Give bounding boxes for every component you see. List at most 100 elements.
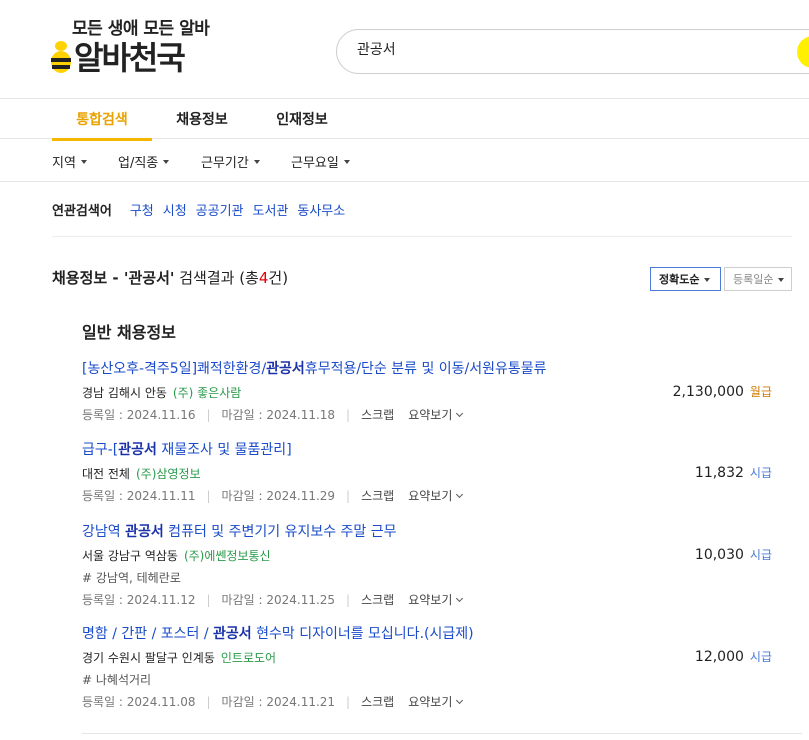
job-hashtag: # 강남역, 테헤란로: [82, 571, 181, 585]
logo[interactable]: 알바천국: [50, 36, 186, 77]
related-link[interactable]: 구청: [130, 200, 154, 236]
related-link[interactable]: 시청: [163, 200, 187, 236]
bee-logo-icon: [50, 38, 72, 74]
summary-label: 요약보기: [408, 408, 453, 422]
job-title-link[interactable]: 강남역 관공서 컴퓨터 및 주변기기 유지보수 주말 근무: [82, 521, 772, 541]
scrap-button[interactable]: 스크랩: [361, 487, 394, 504]
job-title-link[interactable]: [농산오후-격주5일]쾌적한환경/관공서휴무적용/단순 분류 및 이동/서원유통…: [82, 358, 772, 378]
caret-down-icon: [778, 277, 785, 282]
pay-info: 12,000 시급: [695, 648, 772, 665]
tab-integrated-search[interactable]: 통합검색: [52, 99, 152, 141]
reg-date: 등록일 : 2024.11.08: [82, 695, 196, 709]
summary-label: 요약보기: [408, 695, 453, 709]
caret-down-icon: [253, 160, 260, 164]
reg-date: 등록일 : 2024.11.12: [82, 593, 196, 607]
job-list-item: 강남역 관공서 컴퓨터 및 주변기기 유지보수 주말 근무 서울 강남구 역삼동…: [82, 521, 772, 608]
summary-toggle[interactable]: 요약보기: [408, 693, 464, 710]
title-part: 현수막 디자이너를 모십니다.(시급제): [251, 626, 474, 642]
title-part: 컴퓨터 및 주변기기 유지보수 주말 근무: [163, 524, 397, 540]
caret-down-icon: [704, 277, 711, 282]
deadline-date: 마감일 : 2024.11.29: [221, 489, 336, 503]
scrap-button[interactable]: 스크랩: [361, 591, 394, 608]
job-title-link[interactable]: 급구-[관공서 재물조사 및 물품관리]: [82, 439, 772, 459]
tab-job-info[interactable]: 채용정보: [168, 99, 236, 139]
filter-job-type[interactable]: 업/직종: [118, 152, 170, 171]
filter-work-days[interactable]: 근무요일: [291, 152, 350, 171]
caret-down-icon: [163, 160, 170, 164]
section-title: 일반 채용정보: [82, 323, 176, 342]
filter-label: 지역: [52, 156, 76, 171]
pay-amount: 12,000: [694, 649, 744, 665]
job-meta: 등록일 : 2024.11.12 | 마감일 : 2024.11.25 | 스크랩 …: [82, 591, 772, 608]
related-link[interactable]: 공공기관: [196, 200, 244, 236]
sort-label: 등록일순: [733, 273, 774, 286]
job-location-line: 서울 강남구 역삼동 (주)에쎈정보통신: [82, 547, 772, 564]
deadline-date: 마감일 : 2024.11.25: [221, 593, 336, 607]
summary-toggle[interactable]: 요약보기: [408, 406, 464, 423]
job-hashtag: # 나혜석거리: [82, 673, 152, 687]
tab-talent-info[interactable]: 인재정보: [268, 99, 336, 139]
scrap-button[interactable]: 스크랩: [361, 693, 394, 710]
search-box[interactable]: [336, 29, 809, 74]
job-list-item: [농산오후-격주5일]쾌적한환경/관공서휴무적용/단순 분류 및 이동/서원유통…: [82, 358, 772, 423]
title-keyword: 관공서: [213, 626, 252, 642]
job-meta: 등록일 : 2024.11.11 | 마감일 : 2024.11.29 | 스크랩 …: [82, 487, 772, 504]
search-button[interactable]: [797, 36, 809, 68]
pay-info: 2,130,000 월급: [673, 383, 772, 400]
title-part: [농산오후-격주5일]쾌적한환경/: [82, 361, 267, 377]
job-title-link[interactable]: 명함 / 간판 / 포스터 / 관공서 현수막 디자이너를 모십니다.(시급제): [82, 623, 772, 643]
related-searches: 연관검색어 구청 시청 공공기관 도서관 동사무소: [52, 200, 792, 237]
chevron-down-icon: [456, 409, 464, 417]
pay-info: 10,030 시급: [695, 546, 772, 563]
filter-region[interactable]: 지역: [52, 152, 87, 171]
title-keyword: 관공서: [125, 524, 164, 540]
sort-date-select[interactable]: 등록일순: [724, 267, 792, 291]
job-location-line: 대전 전체 (주)삼영정보: [82, 465, 772, 482]
chevron-down-icon: [456, 696, 464, 704]
job-list-item: 명함 / 간판 / 포스터 / 관공서 현수막 디자이너를 모십니다.(시급제)…: [82, 623, 772, 710]
pay-info: 11,832 시급: [695, 464, 772, 481]
pay-unit: 시급: [749, 548, 772, 562]
filter-work-period[interactable]: 근무기간: [201, 152, 260, 171]
reg-date: 등록일 : 2024.11.11: [82, 489, 196, 503]
summary-label: 요약보기: [408, 489, 453, 503]
related-link[interactable]: 동사무소: [297, 200, 345, 236]
caret-down-icon: [80, 160, 87, 164]
pay-amount: 11,832: [694, 465, 744, 481]
title-part: 급구-[: [82, 442, 119, 458]
chevron-down-icon: [456, 490, 464, 498]
search-input[interactable]: [357, 41, 777, 57]
summary-label: 요약보기: [408, 593, 453, 607]
company-name[interactable]: 인트로도어: [221, 651, 276, 665]
title-keyword: 관공서: [118, 442, 157, 458]
pay-unit: 시급: [749, 650, 772, 664]
result-prefix: 채용정보 - '관공서': [52, 269, 175, 287]
company-name[interactable]: (주)에쎈정보통신: [184, 549, 271, 563]
result-suffix: 건): [268, 269, 289, 287]
job-meta: 등록일 : 2024.11.16 | 마감일 : 2024.11.18 | 스크랩 …: [82, 406, 772, 423]
summary-toggle[interactable]: 요약보기: [408, 487, 464, 504]
summary-toggle[interactable]: 요약보기: [408, 591, 464, 608]
job-location: 대전 전체: [82, 467, 130, 481]
logo-text: 알바천국: [74, 39, 186, 77]
result-mid: 검색결과 (총: [174, 269, 259, 287]
title-part: 명함 / 간판 / 포스터 /: [82, 626, 214, 642]
site-header: 모든 생애 모든 알바 알바천국: [0, 0, 809, 99]
job-location-line: 경남 김해시 안동 (주) 좋은사람: [82, 384, 772, 401]
sort-accuracy-select[interactable]: 정확도순: [650, 267, 721, 291]
reg-date: 등록일 : 2024.11.16: [82, 408, 196, 422]
job-location: 경남 김해시 안동: [82, 386, 167, 400]
title-part: 휴무적용/단순 분류 및 이동/서원유통물류: [304, 361, 547, 377]
job-location-line: 경기 수원시 팔달구 인계동 인트로도어: [82, 649, 772, 666]
scrap-button[interactable]: 스크랩: [361, 406, 394, 423]
divider: [82, 733, 802, 734]
pay-amount: 10,030: [694, 547, 744, 563]
result-count: 4: [258, 269, 269, 287]
company-name[interactable]: (주)삼영정보: [136, 467, 201, 481]
job-meta: 등록일 : 2024.11.08 | 마감일 : 2024.11.21 | 스크랩 …: [82, 693, 772, 710]
sort-label: 정확도순: [659, 273, 700, 286]
pay-unit: 시급: [749, 466, 772, 480]
company-name[interactable]: (주) 좋은사람: [173, 386, 241, 400]
related-link[interactable]: 도서관: [253, 200, 289, 236]
related-label: 연관검색어: [52, 204, 112, 219]
